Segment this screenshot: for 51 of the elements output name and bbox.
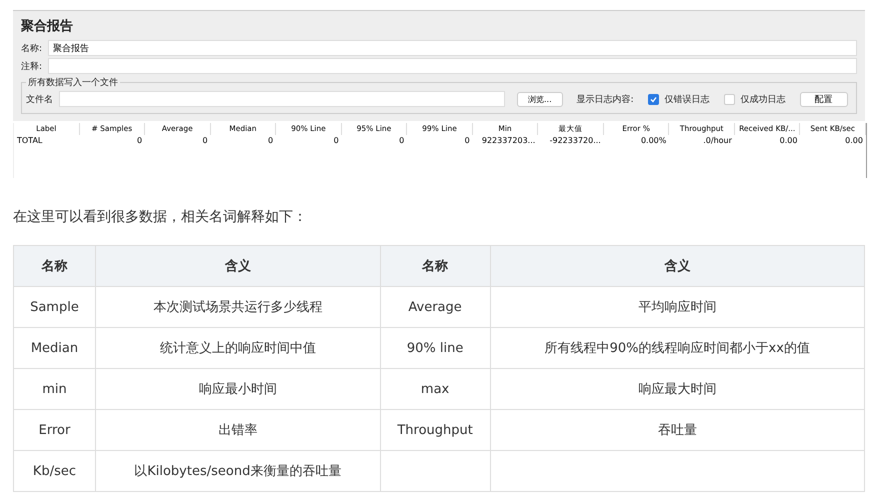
name-label: 名称:: [21, 42, 42, 54]
column-header: 名称: [41, 259, 68, 274]
table-cell: 所有线程中90%的线程响应时间都小于xx的值: [544, 341, 810, 356]
group-title: 所有数据写入一个文件: [27, 76, 119, 89]
checkbox-label: 仅错误日志: [664, 94, 710, 106]
log-label: 显示日志内容:: [576, 94, 634, 106]
table-cell: Average: [408, 300, 462, 314]
table-cell-text: .0/hour: [702, 135, 733, 146]
table-cell-text: 0.00: [778, 135, 798, 146]
comment-field[interactable]: [48, 58, 857, 74]
table-cell: min: [42, 382, 67, 396]
checkbox[interactable]: [724, 94, 735, 104]
table-cell-text: 0: [464, 135, 471, 146]
comment-label: 注释:: [21, 60, 42, 72]
column-header: 含义: [664, 259, 690, 274]
table-cell: 统计意义上的响应时间中值: [160, 341, 316, 356]
table-cell: max: [420, 382, 450, 396]
table-cell: 平均响应时间: [638, 300, 716, 315]
name-field[interactable]: 聚合报告: [48, 40, 857, 56]
intro-text: 在这里可以看到很多数据，相关名词解释如下：: [13, 208, 308, 226]
table-cell: 响应最小时间: [198, 382, 277, 397]
file-label: 文件名: [26, 94, 53, 106]
table-cell-text: -92233720...: [548, 135, 602, 146]
table-cell: 出错率: [218, 423, 258, 438]
column-header: 含义: [224, 259, 251, 274]
table-cell-text: 0: [136, 135, 144, 146]
table-cell: Sample: [30, 300, 79, 314]
table-cell: 本次测试场景共运行多少线程: [153, 300, 322, 315]
table-cell-text: 0.00%: [640, 135, 668, 146]
browse-button[interactable]: 浏览...: [517, 92, 563, 106]
table-cell: Error: [38, 422, 70, 438]
table-cell: 吞吐量: [658, 423, 697, 438]
file-field[interactable]: [59, 91, 505, 107]
table-cell-text: 922337203...: [480, 135, 536, 146]
table-cell: Throughput: [397, 422, 473, 438]
column-header: 名称: [422, 259, 448, 274]
checkbox[interactable]: [648, 94, 659, 104]
table-cell-text: 0: [267, 135, 274, 146]
report-title: 聚合报告: [21, 18, 74, 35]
config-button[interactable]: 配置: [800, 92, 848, 106]
table-cell: 以Kilobytes/seond来衡量的吞吐量: [134, 464, 342, 479]
table-cell: Kb/sec: [32, 464, 76, 478]
table-cell-text: 0: [332, 135, 340, 146]
table-cell-text: 0.00: [844, 135, 864, 146]
table-cell: 响应最大时间: [638, 382, 716, 397]
table-cell: Median: [30, 340, 78, 356]
table-cell-text: TOTAL: [16, 135, 44, 146]
table-cell: 90% line: [406, 340, 464, 356]
table-cell-text: 0: [398, 135, 406, 146]
table-cell-text: 0: [202, 135, 209, 146]
checkbox-label: 仅成功日志: [740, 94, 786, 106]
